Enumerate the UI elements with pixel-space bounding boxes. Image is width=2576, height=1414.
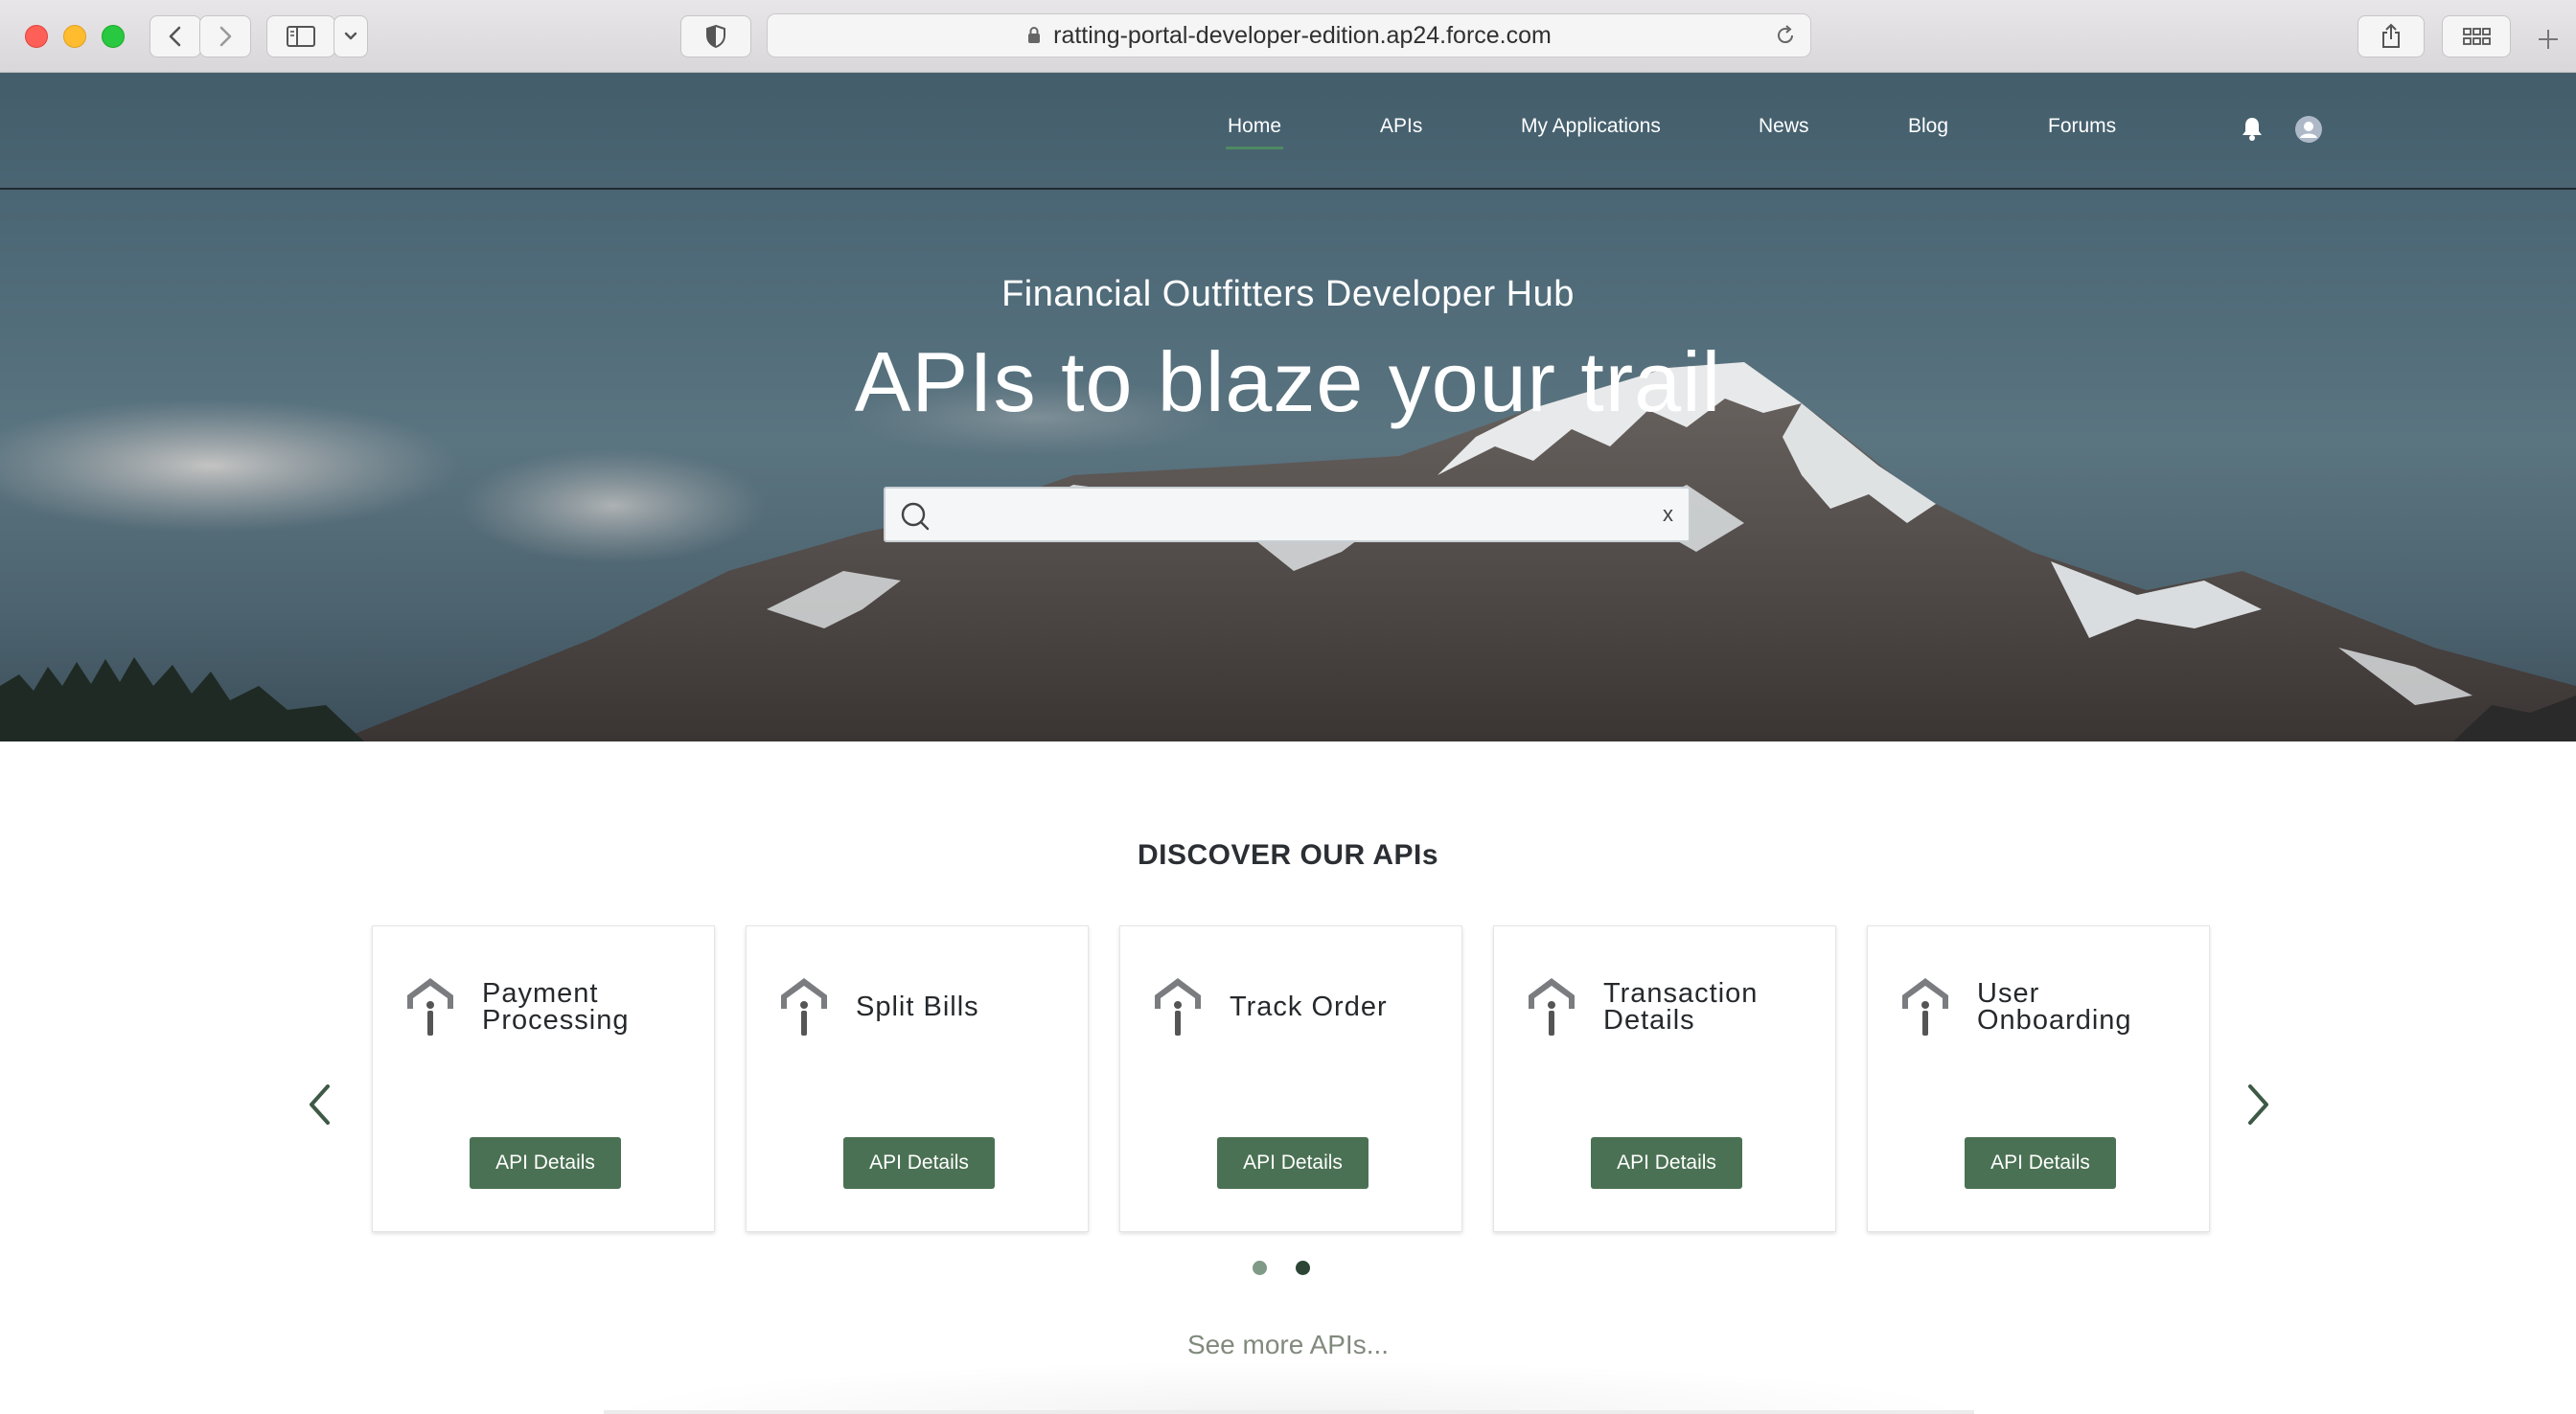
top-navigation: Home APIs My Applications News Blog Foru… (0, 73, 2576, 190)
hero-banner: Home APIs My Applications News Blog Foru… (0, 73, 2576, 741)
carousel-next-arrow-icon[interactable] (2244, 1081, 2273, 1129)
nav-item-blog[interactable]: Blog (1908, 115, 1948, 138)
share-button[interactable] (2358, 15, 2425, 57)
hero-title: APIs to blaze your trail (854, 334, 1722, 429)
api-card-title: Split Bills (856, 992, 979, 1022)
zoom-window-button[interactable] (102, 25, 125, 48)
clear-search-button[interactable]: x (1663, 502, 1673, 527)
api-card: User Onboarding API Details (1867, 925, 2210, 1232)
new-tab-button[interactable] (2536, 27, 2561, 57)
api-card: Transaction Details API Details (1493, 925, 1836, 1232)
nav-item-forums[interactable]: Forums (2048, 115, 2116, 138)
carousel-prev-arrow-icon[interactable] (305, 1081, 334, 1129)
tab-overview-button[interactable] (2442, 15, 2511, 57)
privacy-report-button[interactable] (680, 15, 751, 57)
see-more-apis-link[interactable]: See more APIs... (0, 1330, 2576, 1360)
api-card-title: Transaction Details (1603, 978, 1759, 1036)
url-text: ratting-portal-developer-edition.ap24.fo… (1053, 21, 1552, 49)
nav-item-home[interactable]: Home (1225, 115, 1284, 149)
hero-subtitle: Financial Outfitters Developer Hub (1001, 274, 1575, 314)
api-card: Payment Processing API Details (372, 925, 715, 1232)
lock-icon (1028, 27, 1041, 43)
search-icon (901, 502, 930, 531)
sidebar-icon (287, 26, 315, 47)
shield-icon (706, 24, 725, 49)
api-card: Split Bills API Details (746, 925, 1089, 1232)
api-card-title: Track Order (1230, 992, 1388, 1022)
api-details-button[interactable]: API Details (470, 1137, 621, 1189)
back-icon (169, 26, 181, 47)
minimize-window-button[interactable] (63, 25, 86, 48)
search-bar: x (884, 487, 1690, 542)
api-card-title: User Onboarding (1977, 978, 2132, 1036)
sidebar-button[interactable] (266, 15, 335, 57)
discover-section-title: DISCOVER OUR APIs (1137, 839, 1439, 871)
new-tab-icon (2539, 30, 2558, 49)
api-details-button[interactable]: API Details (1965, 1137, 2116, 1189)
browser-toolbar: ratting-portal-developer-edition.ap24.fo… (0, 0, 2576, 73)
search-input[interactable] (943, 496, 1614, 535)
api-details-button[interactable]: API Details (1217, 1137, 1368, 1189)
forward-button[interactable] (199, 15, 251, 57)
nav-item-news[interactable]: News (1759, 115, 1809, 138)
api-card: Track Order API Details (1119, 925, 1462, 1232)
nav-item-my-applications[interactable]: My Applications (1521, 115, 1661, 138)
api-details-button[interactable]: API Details (843, 1137, 995, 1189)
back-button[interactable] (150, 15, 201, 57)
chevron-down-icon (344, 32, 357, 40)
carousel-page-dot-1[interactable] (1253, 1261, 1267, 1275)
carousel-page-dot-2[interactable] (1296, 1261, 1310, 1275)
nav-item-apis[interactable]: APIs (1380, 115, 1422, 138)
reload-icon[interactable] (1774, 24, 1797, 47)
api-trail-icon (1155, 978, 1201, 1036)
api-trail-icon (1529, 978, 1575, 1036)
api-card-title: Payment Processing (482, 978, 630, 1036)
sidebar-menu-button[interactable] (334, 15, 368, 57)
share-icon (2382, 23, 2400, 48)
section-divider (604, 1410, 1974, 1414)
address-bar[interactable]: ratting-portal-developer-edition.ap24.fo… (767, 13, 1811, 57)
api-trail-icon (1902, 978, 1948, 1036)
api-details-button[interactable]: API Details (1591, 1137, 1742, 1189)
api-trail-icon (781, 978, 827, 1036)
bell-icon[interactable] (2241, 115, 2264, 142)
section-shadow (594, 1360, 1984, 1414)
user-avatar-icon[interactable] (2294, 115, 2323, 144)
tab-overview-icon (2463, 28, 2491, 45)
forward-icon (219, 26, 232, 47)
close-window-button[interactable] (25, 25, 48, 48)
api-trail-icon (407, 978, 453, 1036)
